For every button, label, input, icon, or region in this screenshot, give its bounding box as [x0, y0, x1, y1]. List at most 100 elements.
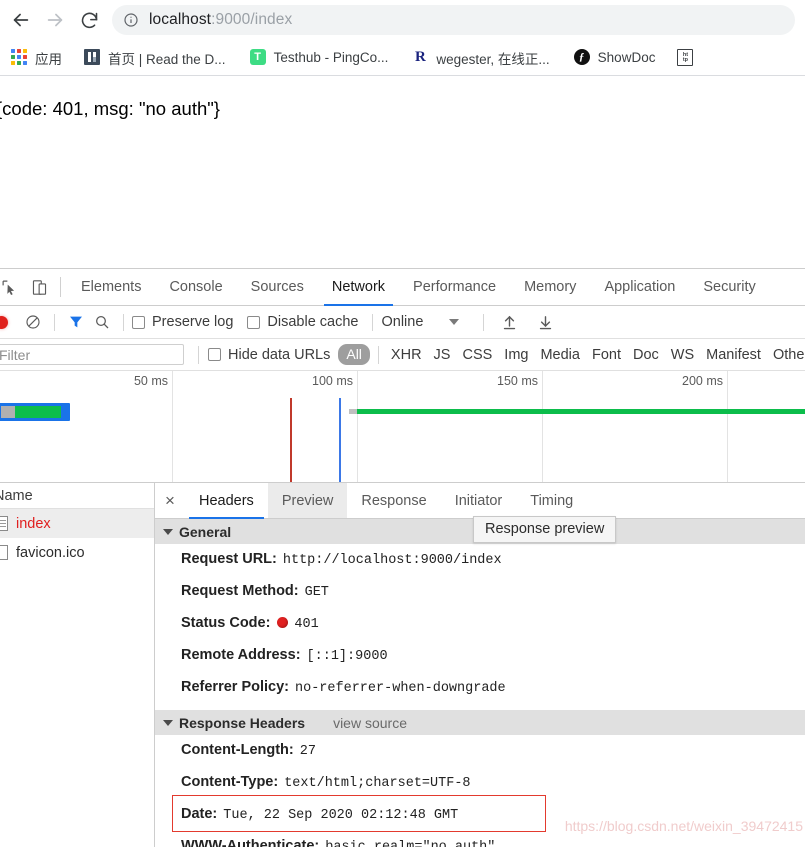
- request-row-favicon[interactable]: favicon.ico: [0, 538, 154, 567]
- details-body: General Request URL: http://localhost:90…: [155, 519, 805, 847]
- request-details-panel: × Headers Preview Response Initiator Tim…: [155, 483, 805, 847]
- filter-type-label: WS: [671, 347, 694, 363]
- filter-type-label: Font: [592, 347, 621, 363]
- back-button[interactable]: [4, 3, 38, 37]
- section-title: Response Headers: [179, 715, 305, 731]
- filter-type-js[interactable]: JS: [428, 347, 457, 363]
- inspect-element-icon[interactable]: [0, 269, 24, 305]
- filter-type-label: All: [346, 346, 362, 362]
- tab-performance[interactable]: Performance: [399, 269, 510, 305]
- filter-type-all[interactable]: All: [338, 344, 370, 365]
- view-source-link[interactable]: view source: [333, 715, 407, 731]
- tab-console[interactable]: Console: [155, 269, 236, 305]
- wegester-icon: R: [412, 49, 429, 66]
- tab-application[interactable]: Application: [590, 269, 689, 305]
- address-bar[interactable]: localhost:9000/index: [112, 5, 795, 35]
- section-header-response-headers[interactable]: Response Headers view source: [155, 710, 805, 735]
- toolbar-divider: [483, 314, 484, 331]
- bookmark-testhub[interactable]: T Testhub - PingCo...: [243, 45, 396, 71]
- bookmark-readthedocs[interactable]: 首页 | Read the D...: [77, 45, 233, 71]
- import-har-button[interactable]: [496, 310, 522, 334]
- bookmarks-bar: 应用 首页 | Read the D... T Testhub - PingCo…: [0, 40, 805, 76]
- watermark-text: https://blog.csdn.net/weixin_39472415: [565, 818, 803, 834]
- export-har-button[interactable]: [532, 310, 558, 334]
- header-row: Content-Type: text/html;charset=UTF-8: [155, 767, 805, 799]
- page-body-text: {code: 401, msg: "no auth"}: [0, 98, 220, 120]
- reload-button[interactable]: [72, 3, 106, 37]
- bookmark-wegester[interactable]: R wegester, 在线正...: [405, 45, 556, 71]
- filter-type-media[interactable]: Media: [534, 347, 586, 363]
- bookmark-label: 应用: [35, 48, 62, 68]
- bookmark-label: ShowDoc: [598, 50, 656, 65]
- testhub-glyph: T: [250, 49, 266, 65]
- header-row: Remote Address: [::1]:9000: [155, 640, 805, 672]
- throttle-dropdown[interactable]: Online: [381, 314, 459, 330]
- timeline-download-segment: [15, 406, 61, 418]
- preserve-log-checkbox[interactable]: Preserve log: [132, 314, 233, 330]
- details-tab-response[interactable]: Response: [347, 483, 440, 518]
- tab-label: Security: [703, 279, 755, 295]
- load-event-line: [290, 398, 292, 483]
- tab-label: Sources: [251, 279, 304, 295]
- preview-tab-tooltip: Response preview: [473, 516, 616, 543]
- filter-type-ws[interactable]: WS: [665, 347, 700, 363]
- checkbox-label: Disable cache: [267, 314, 358, 330]
- bookmark-showdoc[interactable]: ƒ ShowDoc: [567, 45, 663, 71]
- forward-button[interactable]: [38, 3, 72, 37]
- filter-type-other[interactable]: Other: [767, 347, 805, 363]
- checkbox-box: [208, 348, 221, 361]
- filter-funnel-icon: [68, 314, 84, 330]
- details-tab-timing[interactable]: Timing: [516, 483, 587, 518]
- tab-memory[interactable]: Memory: [510, 269, 590, 305]
- record-button[interactable]: [0, 316, 8, 329]
- search-button[interactable]: [89, 310, 115, 334]
- hide-data-urls-checkbox[interactable]: Hide data URLs: [208, 347, 330, 363]
- details-tab-initiator[interactable]: Initiator: [441, 483, 517, 518]
- header-value: Tue, 22 Sep 2020 02:12:48 GMT: [223, 802, 458, 829]
- header-value: GET: [305, 579, 329, 606]
- filter-type-label: Manifest: [706, 347, 761, 363]
- filter-type-xhr[interactable]: XHR: [385, 347, 428, 363]
- tab-network[interactable]: Network: [318, 269, 399, 305]
- filter-type-label: XHR: [391, 347, 422, 363]
- tab-elements[interactable]: Elements: [67, 269, 155, 305]
- tab-security[interactable]: Security: [689, 269, 769, 305]
- close-icon: ×: [165, 491, 175, 511]
- header-value: basic realm="no auth": [325, 834, 495, 847]
- bookmark-http[interactable]: http: [670, 45, 694, 71]
- filter-type-doc[interactable]: Doc: [627, 347, 665, 363]
- toolbar-divider: [60, 277, 61, 297]
- network-toolbar: Preserve log Disable cache Online: [0, 306, 805, 339]
- info-circle-icon[interactable]: [122, 11, 140, 29]
- request-list-header[interactable]: Name: [0, 483, 154, 509]
- request-row-index[interactable]: index: [0, 509, 154, 538]
- tab-label: Console: [169, 279, 222, 295]
- filter-toggle-button[interactable]: [63, 310, 89, 334]
- bookmark-apps[interactable]: 应用: [4, 45, 69, 71]
- device-toolbar-icon[interactable]: [24, 269, 54, 305]
- throttle-value: Online: [381, 314, 423, 330]
- header-value[interactable]: http://localhost:9000/index: [283, 547, 502, 574]
- filter-type-css[interactable]: CSS: [456, 347, 498, 363]
- filter-type-manifest[interactable]: Manifest: [700, 347, 767, 363]
- devtools-tabbar: Elements Console Sources Network Perform…: [0, 269, 805, 306]
- tab-sources[interactable]: Sources: [237, 269, 318, 305]
- tab-label: Performance: [413, 279, 496, 295]
- arrow-left-icon: [10, 9, 32, 31]
- apps-grid-icon: [11, 49, 28, 66]
- filter-input[interactable]: Filter: [0, 344, 184, 365]
- tab-label: Preview: [282, 493, 334, 509]
- network-overview-timeline[interactable]: 50 ms 100 ms 150 ms 200 ms: [0, 371, 805, 483]
- close-details-button[interactable]: ×: [155, 483, 185, 518]
- timeline-wait-segment: [1, 406, 15, 418]
- timeline-selection[interactable]: [0, 403, 70, 421]
- filter-type-img[interactable]: Img: [498, 347, 534, 363]
- clear-button[interactable]: [20, 310, 46, 334]
- details-tab-headers[interactable]: Headers: [185, 483, 268, 518]
- section-title: General: [179, 524, 231, 540]
- header-key: Content-Type:: [181, 769, 278, 796]
- address-bar-path: :9000/index: [211, 11, 292, 28]
- filter-type-font[interactable]: Font: [586, 347, 627, 363]
- details-tab-preview[interactable]: Preview: [268, 483, 348, 518]
- disable-cache-checkbox[interactable]: Disable cache: [247, 314, 358, 330]
